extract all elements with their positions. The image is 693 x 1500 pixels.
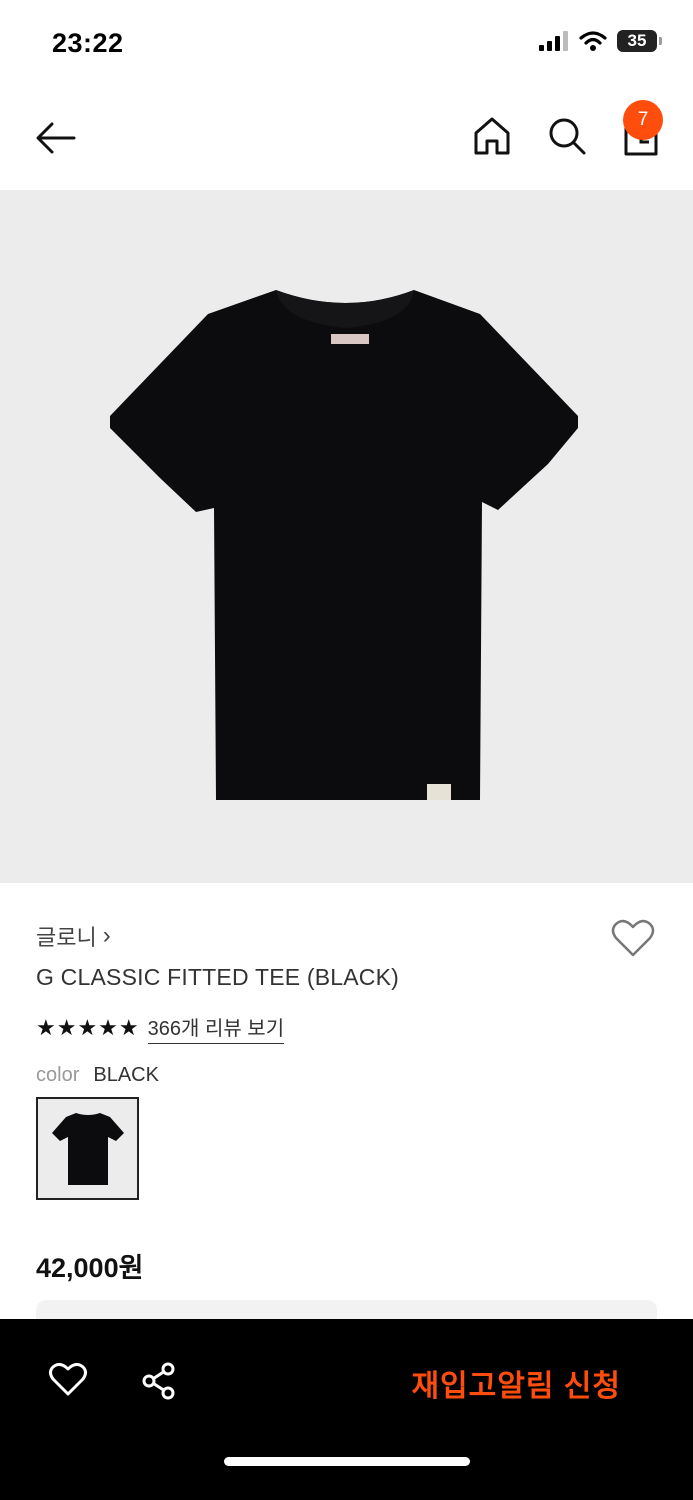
home-icon bbox=[474, 117, 510, 155]
home-button[interactable] bbox=[473, 116, 511, 156]
search-icon bbox=[549, 118, 586, 155]
arrow-left-icon bbox=[36, 122, 76, 154]
bottom-action-bar: 재입고알림 신청 bbox=[0, 1319, 693, 1500]
bottom-wishlist-button[interactable] bbox=[48, 1361, 88, 1402]
back-button[interactable] bbox=[34, 118, 78, 158]
status-bar: 23:22 35 bbox=[0, 0, 693, 90]
cart-count-badge: 7 bbox=[623, 100, 663, 140]
top-nav: 7 bbox=[0, 90, 693, 190]
cart-button[interactable]: 7 bbox=[623, 100, 663, 156]
heart-icon bbox=[49, 1362, 87, 1396]
review-link[interactable]: 366개 리뷰 보기 bbox=[147, 1012, 285, 1044]
share-button[interactable] bbox=[140, 1361, 178, 1406]
home-indicator bbox=[224, 1457, 470, 1466]
cellular-signal-icon bbox=[539, 31, 568, 51]
chevron-right-icon: › bbox=[102, 922, 111, 949]
brand-link[interactable]: 글로니 › bbox=[36, 920, 111, 952]
color-option-row: color BLACK bbox=[36, 1064, 159, 1087]
tshirt-image bbox=[110, 290, 578, 800]
brand-name: 글로니 bbox=[36, 925, 97, 950]
star-rating: ★★★★★ bbox=[36, 1015, 140, 1040]
rating-row: ★★★★★ 366개 리뷰 보기 bbox=[36, 1012, 285, 1044]
color-swatch-black[interactable] bbox=[36, 1097, 139, 1200]
wifi-icon bbox=[579, 31, 607, 51]
heart-outline-icon bbox=[611, 919, 655, 957]
share-icon bbox=[142, 1362, 175, 1400]
status-icons: 35 bbox=[539, 30, 662, 52]
product-price: 42,000원 bbox=[36, 1253, 144, 1283]
product-image[interactable] bbox=[0, 190, 693, 883]
restock-alert-button[interactable]: 재입고알림 신청 bbox=[411, 1361, 621, 1405]
color-label: color bbox=[36, 1064, 80, 1086]
battery-indicator: 35 bbox=[617, 30, 662, 52]
tshirt-thumbnail bbox=[51, 1112, 124, 1185]
search-button[interactable] bbox=[547, 116, 587, 156]
product-name: G CLASSIC FITTED TEE (BLACK) bbox=[36, 964, 400, 990]
wishlist-button[interactable] bbox=[611, 918, 655, 963]
status-time: 23:22 bbox=[52, 28, 124, 58]
color-value: BLACK bbox=[93, 1064, 159, 1086]
